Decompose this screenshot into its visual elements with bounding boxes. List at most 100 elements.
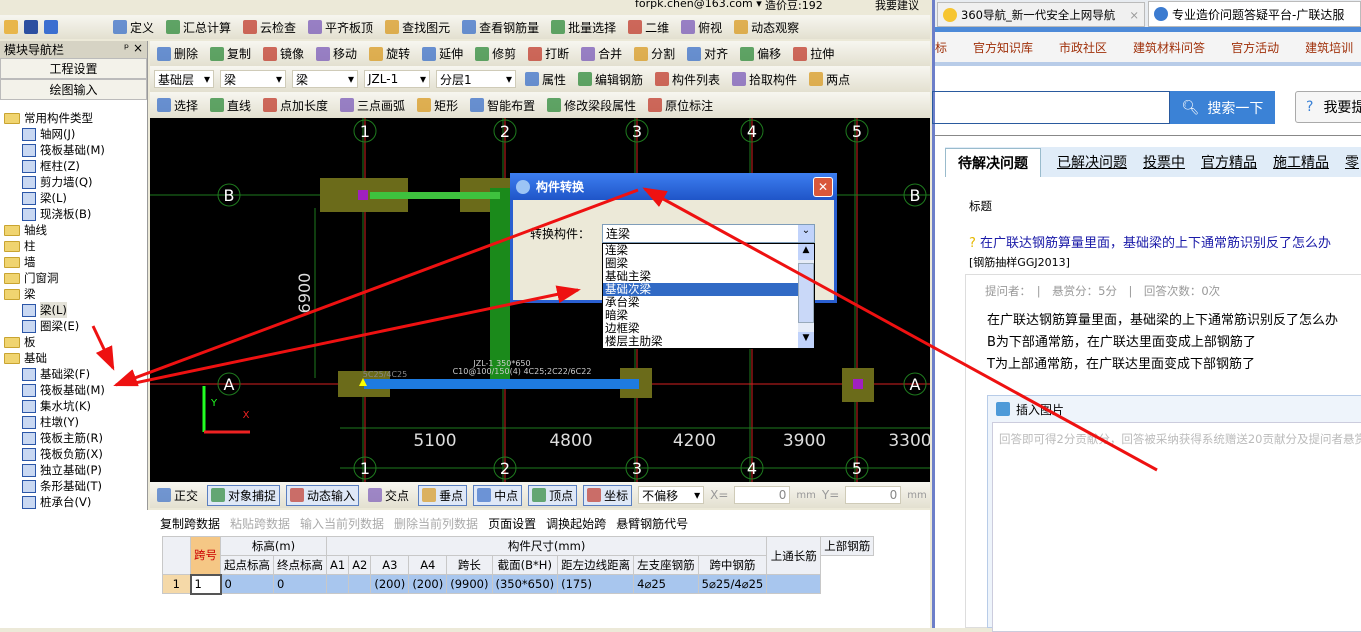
pin-icon[interactable]: ᵖ <box>124 41 129 55</box>
grid-tool-button[interactable]: 页面设置 <box>488 515 536 532</box>
cell-span[interactable]: 1 <box>189 573 222 595</box>
toolbar-button[interactable]: 查看钢筋量 <box>459 18 542 37</box>
browser-tab[interactable]: 360导航_新一代安全上网导航 × <box>937 2 1145 27</box>
snap-button[interactable]: 对象捕捉 <box>207 484 281 506</box>
site-nav-link[interactable]: 标 <box>935 39 947 56</box>
toolbar-button[interactable]: 原位标注 <box>645 96 716 115</box>
cell-a3[interactable]: (200) <box>370 574 410 594</box>
cell-mid[interactable] <box>766 574 822 594</box>
suggest-link[interactable]: 我要建议 <box>875 0 919 13</box>
toolbar-button[interactable]: 查找图元 <box>382 18 453 37</box>
search-input[interactable] <box>932 91 1170 124</box>
type-select[interactable]: 梁 ▾ <box>220 70 286 88</box>
account[interactable]: forpk.chen@163.com ▾ <box>635 0 762 10</box>
cell-left[interactable]: 5⌀25/4⌀25 <box>697 574 768 594</box>
chevron-down-icon[interactable]: ⌄ <box>798 225 814 242</box>
y-input[interactable]: 0 <box>845 486 902 504</box>
site-nav-link[interactable]: 官方知识库 <box>973 39 1033 56</box>
grid-tool-button[interactable]: 输入当前列数据 <box>300 515 384 532</box>
drawing-input-button[interactable]: 绘图输入 <box>0 79 147 100</box>
x-input[interactable]: 0 <box>734 486 791 504</box>
site-nav-link[interactable]: 市政社区 <box>1059 39 1107 56</box>
component-select[interactable]: JZL-1 ▾ <box>364 70 430 88</box>
snap-button[interactable]: 正交 <box>154 486 201 505</box>
toolbar-button[interactable]: 对齐 <box>684 44 731 63</box>
toolbar-button[interactable]: 选择 <box>154 96 201 115</box>
snap-button[interactable]: 动态输入 <box>286 484 360 506</box>
tree-item[interactable]: 筏板基础(M) <box>4 142 147 158</box>
site-nav-link[interactable]: 建筑材料问答 <box>1133 39 1205 56</box>
snap-button[interactable]: 中点 <box>473 484 523 506</box>
save-icon[interactable] <box>24 20 38 34</box>
toolbar-button[interactable]: 智能布置 <box>467 96 538 115</box>
ask-button[interactable]: ? 我要提 <box>1295 91 1361 123</box>
close-tab-icon[interactable]: × <box>1129 8 1139 22</box>
toolbar-button[interactable]: 属性 <box>522 70 569 89</box>
toolbar-button[interactable]: 编辑钢筋 <box>575 70 646 89</box>
toolbar-button[interactable]: 批量选择 <box>548 18 619 37</box>
cell-a4[interactable]: (200) <box>408 574 448 594</box>
layer-select[interactable]: 分层1 ▾ <box>436 70 516 88</box>
dialog-close-button[interactable]: ✕ <box>813 176 833 197</box>
tree-item[interactable]: 框柱(Z) <box>4 158 147 174</box>
tree-item[interactable]: 剪力墙(Q) <box>4 174 147 190</box>
toolbar-button[interactable]: 拉伸 <box>790 44 837 63</box>
question-tab[interactable]: 投票中 <box>1143 152 1185 177</box>
toolbar-button[interactable]: 偏移 <box>737 44 784 63</box>
undo-icon[interactable] <box>44 20 58 34</box>
snap-button[interactable]: 顶点 <box>528 484 578 506</box>
tree-item[interactable]: 柱墩(Y) <box>4 414 147 430</box>
toolbar-button[interactable]: 点加长度 <box>260 96 331 115</box>
cell-end[interactable]: 0 <box>273 574 327 594</box>
question-tab[interactable]: 官方精品 <box>1201 152 1257 177</box>
tree-item[interactable]: 桩承台(V) <box>4 494 147 510</box>
floor-select[interactable]: 基础层 ▾ <box>154 70 214 88</box>
toolbar-button[interactable]: 俯视 <box>678 18 725 37</box>
site-nav-link[interactable]: 官方活动 <box>1231 39 1279 56</box>
snap-button[interactable]: 交点 <box>365 486 412 505</box>
insert-image-button[interactable]: 插入图片 <box>1016 401 1064 418</box>
cell-dist[interactable]: (175) <box>557 574 635 594</box>
snap-button[interactable]: 坐标 <box>583 484 633 506</box>
answer-textarea[interactable]: 回答即可得2分贡献分，回答被采纳获得系统赠送20贡献分及提问者悬赏分 <box>992 422 1361 632</box>
tree-item[interactable]: 基础梁(F) <box>4 366 147 382</box>
grid-tool-button[interactable]: 悬臂钢筋代号 <box>616 515 688 532</box>
cell-top[interactable]: 4⌀25 <box>633 574 699 594</box>
toolbar-button[interactable]: 修剪 <box>472 44 519 63</box>
snap-button[interactable]: 垂点 <box>418 484 468 506</box>
grid-tool-button[interactable]: 粘贴跨数据 <box>230 515 290 532</box>
toolbar-button[interactable]: 矩形 <box>414 96 461 115</box>
close-icon[interactable]: × <box>133 41 143 55</box>
search-button[interactable]: 🔍︎ 搜索一下 <box>1170 91 1275 124</box>
browser-tab-active[interactable]: 专业造价问题答疑平台-广联达服 <box>1148 1 1361 27</box>
tree-item[interactable]: 轴网(J) <box>4 126 147 142</box>
tree-item[interactable]: 梁(L) <box>4 302 147 318</box>
subtype-select[interactable]: 梁 ▾ <box>292 70 358 88</box>
toolbar-button[interactable]: 平齐板顶 <box>305 18 376 37</box>
cell-sect[interactable]: (350*650) <box>491 574 559 594</box>
tree-item[interactable]: 基础 <box>4 350 147 366</box>
grid-tool-button[interactable]: 删除当前列数据 <box>394 515 478 532</box>
toolbar-button[interactable]: 云检查 <box>240 18 299 37</box>
toolbar-button[interactable]: 二维 <box>625 18 672 37</box>
tree-item[interactable]: 独立基础(P) <box>4 462 147 478</box>
toolbar-button[interactable]: 拾取构件 <box>729 70 800 89</box>
question-link[interactable]: 在广联达钢筋算量里面，基础梁的上下通常筋识别反了怎么办 <box>980 236 1331 251</box>
grid-tool-button[interactable]: 调换起始跨 <box>546 515 606 532</box>
toolbar-button[interactable]: 分割 <box>631 44 678 63</box>
toolbar-button[interactable]: 构件列表 <box>652 70 723 89</box>
tree-item[interactable]: 现浇板(B) <box>4 206 147 222</box>
toolbar-button[interactable]: 修改梁段属性 <box>544 96 639 115</box>
dropdown-option[interactable]: 楼层主肋梁 <box>603 335 798 348</box>
cell-idx[interactable]: 1 <box>162 574 191 594</box>
question-tab[interactable]: 已解决问题 <box>1057 152 1127 177</box>
tree-item[interactable]: 梁 <box>4 286 147 302</box>
toolbar-button[interactable]: 动态观察 <box>731 18 802 37</box>
offset-select[interactable]: 不偏移 ▾ <box>638 486 705 504</box>
convert-select[interactable]: 连梁 ⌄ <box>602 224 815 243</box>
tree-item[interactable]: 筏板主筋(R) <box>4 430 147 446</box>
table-row[interactable]: 1 1 0 0 (200) (200) (9900) (350*650) (175) 4⌀25 5⌀… <box>162 573 874 595</box>
question-title[interactable]: ? 在广联达钢筋算量里面，基础梁的上下通常筋识别反了怎么办 <box>969 232 1331 251</box>
tree-item[interactable]: 筏板负筋(X) <box>4 446 147 462</box>
tree-item[interactable]: 墙 <box>4 254 147 270</box>
